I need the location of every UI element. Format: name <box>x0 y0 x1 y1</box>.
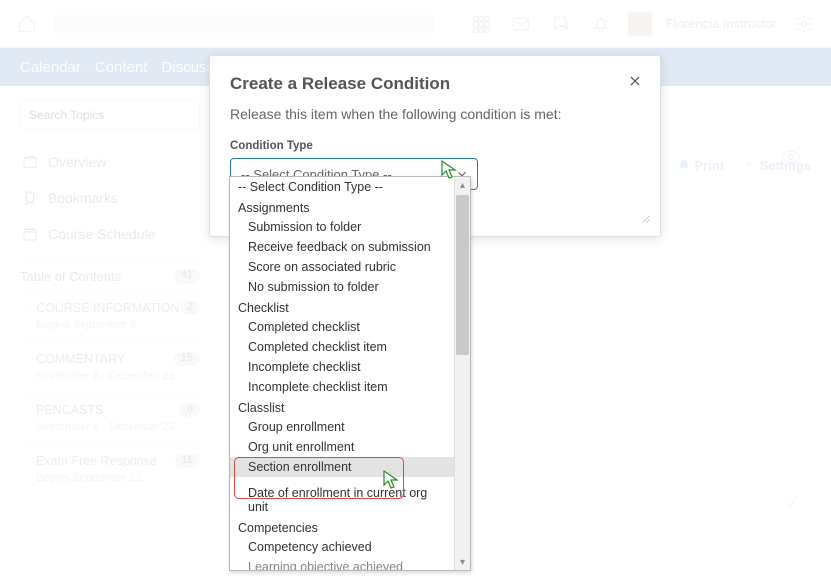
optgroup-checklist: Checklist <box>230 297 454 317</box>
optgroup-classlist: Classlist <box>230 397 454 417</box>
option[interactable]: Completed checklist item <box>230 337 454 357</box>
option[interactable]: Submission to folder <box>230 217 454 237</box>
dialog-subtitle: Release this item when the following con… <box>230 106 640 122</box>
scroll-down-icon[interactable]: ▾ <box>455 554 470 570</box>
optgroup-competencies: Competencies <box>230 517 454 537</box>
option-section-enrollment[interactable]: Section enrollment <box>230 457 454 477</box>
option[interactable]: Receive feedback on submission <box>230 237 454 257</box>
option[interactable]: Date of enrollment in current org unit <box>230 483 454 517</box>
option[interactable]: Org unit enrollment <box>230 437 454 457</box>
dropdown-scrollbar[interactable]: ▴ ▾ <box>454 177 470 570</box>
option[interactable]: Competency achieved <box>230 537 454 557</box>
option-placeholder[interactable]: -- Select Condition Type -- <box>230 177 454 197</box>
option[interactable]: Score on associated rubric <box>230 257 454 277</box>
close-icon <box>628 74 642 88</box>
scroll-up-icon[interactable]: ▴ <box>455 177 470 193</box>
option[interactable]: Incomplete checklist <box>230 357 454 377</box>
resize-handle-icon[interactable] <box>638 211 652 230</box>
close-button[interactable] <box>624 70 646 92</box>
option[interactable]: Incomplete checklist item <box>230 377 454 397</box>
option[interactable]: Learning objective achieved <box>230 557 454 570</box>
option[interactable]: Completed checklist <box>230 317 454 337</box>
option[interactable]: Group enrollment <box>230 417 454 437</box>
condition-type-label: Condition Type <box>230 140 640 152</box>
condition-type-dropdown[interactable]: -- Select Condition Type -- Assignments … <box>229 176 471 571</box>
dialog-title: Create a Release Condition <box>230 74 640 94</box>
scrollbar-thumb[interactable] <box>456 195 469 355</box>
option[interactable]: No submission to folder <box>230 277 454 297</box>
optgroup-assignments: Assignments <box>230 197 454 217</box>
